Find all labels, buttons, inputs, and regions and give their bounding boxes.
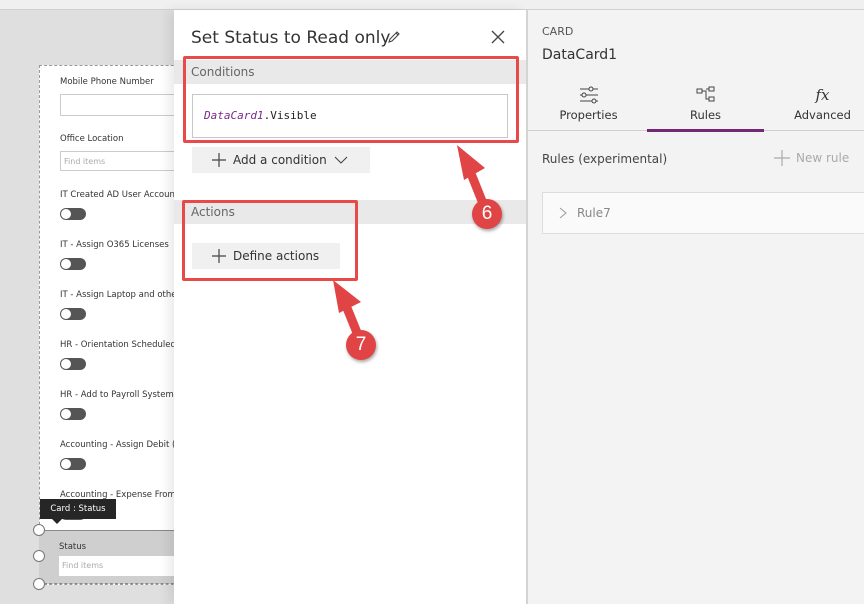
- field-label: Mobile Phone Number: [60, 77, 154, 87]
- tab-rules[interactable]: Rules: [647, 80, 764, 132]
- status-label: Status: [59, 542, 87, 552]
- rules-header: Rules (experimental): [542, 152, 668, 166]
- rule-title: Set Status to Read only: [191, 28, 391, 48]
- toggle-switch[interactable]: [60, 208, 86, 220]
- tab-advanced[interactable]: fx Advanced: [764, 80, 864, 131]
- plus-icon: [212, 153, 226, 167]
- sliders-icon: [579, 86, 598, 104]
- chevron-right-icon: [559, 207, 567, 219]
- rule-name: Rule7: [577, 206, 611, 220]
- toggle-switch[interactable]: [60, 408, 86, 420]
- toggle-switch[interactable]: [60, 358, 86, 370]
- rule-list-item[interactable]: Rule7: [542, 192, 864, 234]
- define-actions-label: Define actions: [233, 249, 320, 263]
- new-rule-label: New rule: [796, 151, 850, 165]
- toggle-switch[interactable]: [60, 458, 86, 470]
- resize-handle[interactable]: [33, 524, 45, 536]
- step-badge-6: 6: [472, 199, 502, 229]
- define-actions-button[interactable]: Define actions: [192, 243, 340, 269]
- tab-properties[interactable]: Properties: [530, 80, 647, 131]
- resize-handle[interactable]: [33, 550, 45, 562]
- toggle-switch[interactable]: [60, 258, 86, 270]
- field-label: HR - Add to Payroll System: [60, 390, 174, 400]
- toggle-switch[interactable]: [60, 308, 86, 320]
- field-label: IT - Assign O365 Licenses: [60, 240, 169, 250]
- tab-label: Advanced: [794, 108, 851, 122]
- control-name: DataCard1: [542, 47, 618, 63]
- inspector-tabs: Properties Rules fx Advanced: [528, 80, 864, 132]
- field-label: Accounting - Assign Debit (: [60, 440, 174, 450]
- pencil-icon[interactable]: [386, 29, 402, 45]
- step-badge-7: 7: [346, 330, 376, 360]
- plus-icon: [774, 150, 790, 166]
- new-rule-button[interactable]: New rule: [774, 150, 849, 166]
- conditions-header: Conditions: [174, 60, 526, 84]
- selected-status-card[interactable]: Status Find items: [39, 530, 174, 584]
- add-condition-button[interactable]: Add a condition: [192, 147, 370, 173]
- field-label: HR - Orientation Scheduled: [60, 340, 174, 350]
- inspector-panel: CARD DataCard1 Properties Rules fx Advan…: [526, 10, 864, 604]
- canvas-area: Mobile Phone Number Office Location Find…: [0, 10, 174, 604]
- fx-icon: fx: [815, 86, 830, 104]
- card-tooltip: Card : Status: [40, 499, 116, 524]
- field-label: IT Created AD User Accoun: [60, 190, 174, 200]
- tab-label: Properties: [559, 108, 618, 122]
- close-icon[interactable]: [490, 29, 506, 45]
- formula-identifier: DataCard1: [204, 109, 264, 122]
- chevron-down-icon: [334, 156, 348, 164]
- rule-editor-panel: Set Status to Read only Conditions DataC…: [174, 10, 526, 604]
- field-label: IT - Assign Laptop and othe: [60, 290, 174, 300]
- status-combobox[interactable]: Find items: [59, 556, 174, 576]
- resize-handle[interactable]: [33, 578, 45, 590]
- top-bar: [0, 0, 864, 10]
- mobile-phone-input[interactable]: [60, 94, 174, 116]
- add-condition-label: Add a condition: [233, 153, 327, 167]
- control-type-label: CARD: [542, 25, 574, 38]
- plus-icon: [212, 249, 226, 263]
- formula-property: .Visible: [263, 109, 317, 122]
- office-location-combobox[interactable]: Find items: [60, 151, 174, 171]
- condition-formula-input[interactable]: DataCard1.Visible: [192, 94, 508, 138]
- field-label: Office Location: [60, 134, 124, 144]
- tab-label: Rules: [689, 108, 722, 122]
- rules-flow-icon: [696, 86, 714, 102]
